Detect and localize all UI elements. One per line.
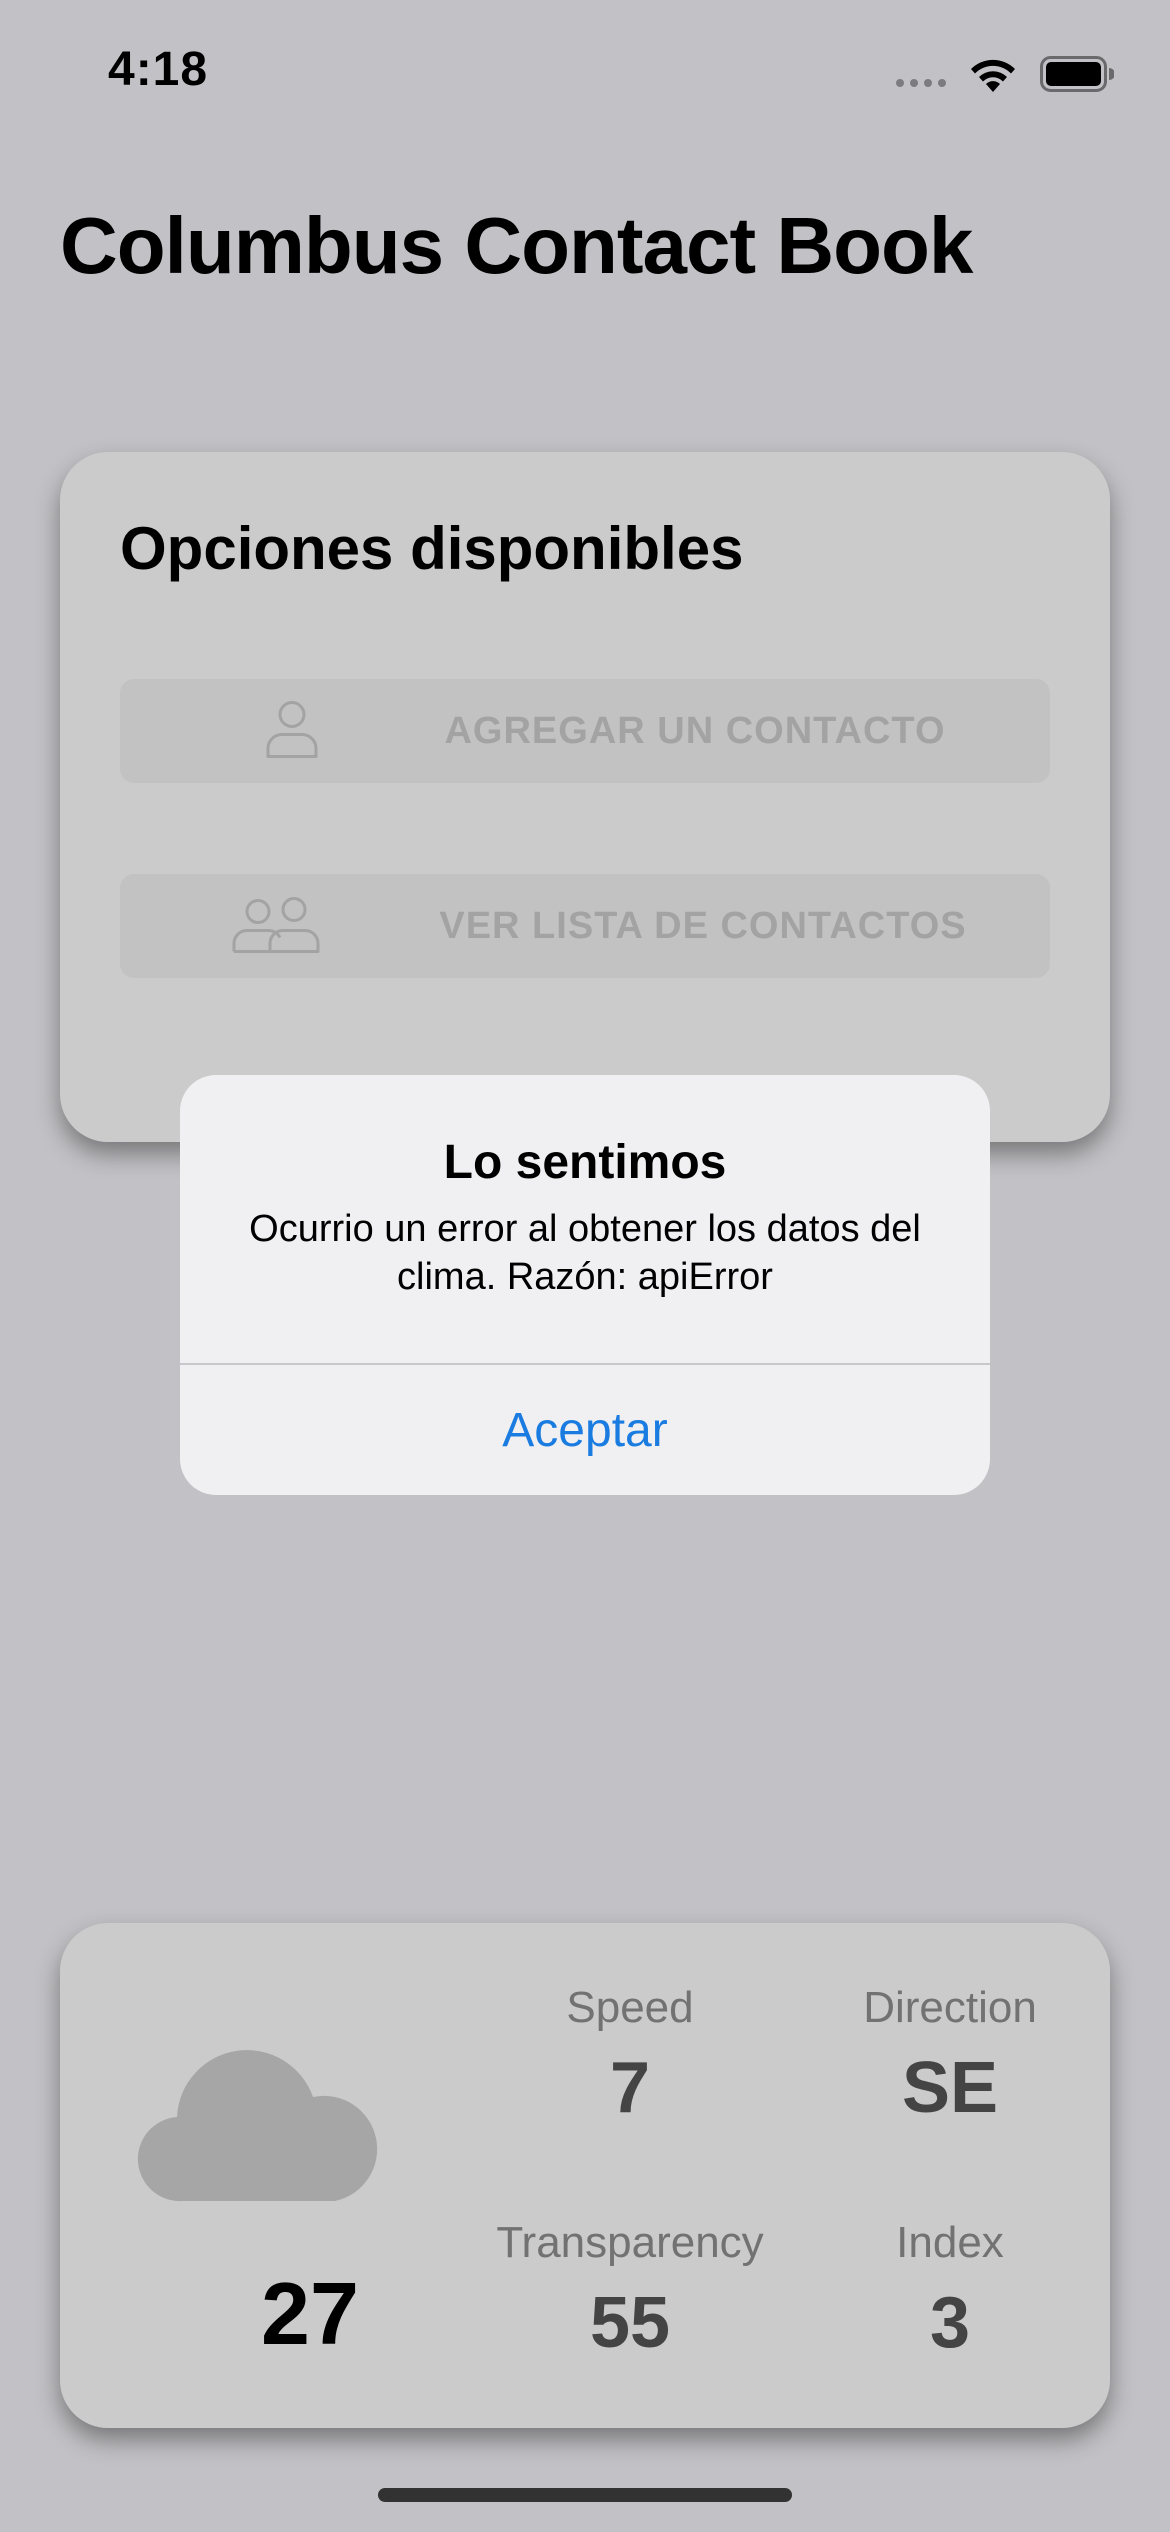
- speed-value: 7: [609, 2048, 651, 2128]
- transparency-value: 55: [589, 2283, 671, 2363]
- view-contacts-button[interactable]: VER LISTA DE CONTACTOS: [120, 874, 1050, 978]
- people-icon: [232, 894, 324, 959]
- person-icon: [264, 699, 320, 764]
- speed-label: Speed: [566, 1983, 694, 2032]
- speed-metric: Speed 7: [480, 1983, 780, 2129]
- status-time: 4:18: [108, 43, 209, 96]
- accept-button[interactable]: Aceptar: [180, 1365, 990, 1495]
- temperature-value: 27: [261, 2264, 359, 2363]
- home-indicator[interactable]: [378, 2488, 792, 2502]
- battery-icon: [1040, 56, 1114, 92]
- index-label: Index: [896, 2218, 1004, 2267]
- add-contact-label: AGREGAR UN CONTACTO: [444, 709, 946, 752]
- index-metric: Index 3: [800, 2218, 1100, 2364]
- cloud-icon: [135, 2035, 385, 2208]
- page-title: Columbus Contact Book: [60, 201, 973, 290]
- transparency-metric: Transparency 55: [480, 2218, 780, 2364]
- alert-message: Ocurrio un error al obtener los datos de…: [249, 1208, 921, 1298]
- add-contact-button[interactable]: AGREGAR UN CONTACTO: [120, 679, 1050, 783]
- status-indicators: [896, 52, 1114, 96]
- transparency-label: Transparency: [496, 2218, 764, 2267]
- options-card: Opciones disponibles AGREGAR UN CONTACTO…: [60, 452, 1110, 1142]
- weather-card: 27 Speed 7 Direction SE Transparency 55 …: [60, 1923, 1110, 2428]
- alert-title: Lo sentimos: [443, 1136, 727, 1189]
- direction-value: SE: [901, 2048, 999, 2128]
- view-contacts-label: VER LISTA DE CONTACTOS: [439, 904, 967, 947]
- index-value: 3: [929, 2283, 971, 2363]
- cellular-signal-icon: [896, 79, 946, 87]
- error-alert: Lo sentimos Ocurrio un error al obtener …: [180, 1075, 990, 1495]
- direction-metric: Direction SE: [800, 1983, 1100, 2129]
- wifi-icon: [968, 55, 1018, 93]
- options-heading: Opciones disponibles: [120, 515, 744, 582]
- direction-label: Direction: [863, 1983, 1037, 2032]
